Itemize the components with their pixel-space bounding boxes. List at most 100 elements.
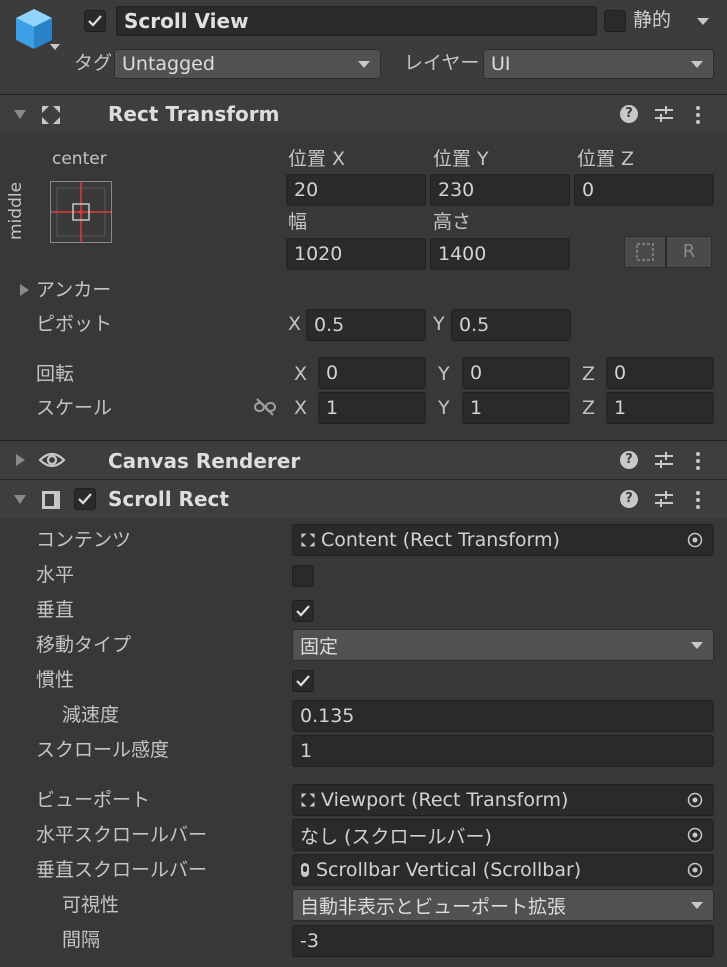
constrain-proportions-icon[interactable]	[254, 397, 276, 417]
foldout-arrow-icon[interactable]	[14, 110, 26, 119]
visibility-dropdown[interactable]: 自動非表示とビューポート拡張	[292, 889, 714, 921]
scale-x-field[interactable]: 1	[318, 392, 426, 424]
height-field[interactable]: 1400	[430, 238, 570, 270]
horizontal-scrollbar-label: 水平スクロールバー	[36, 824, 208, 846]
spacing-field[interactable]: -3	[292, 925, 714, 957]
static-dropdown-caret-icon[interactable]	[697, 18, 709, 25]
object-name-input[interactable]: Scroll View	[116, 6, 597, 36]
inertia-checkbox[interactable]	[292, 670, 314, 692]
rotation-z-field[interactable]: 0	[606, 357, 714, 389]
height-label: 高さ	[433, 211, 472, 233]
chevron-down-icon	[691, 902, 703, 909]
foldout-arrow-icon[interactable]	[16, 454, 25, 466]
scroll-sensitivity-field[interactable]: 1	[292, 735, 714, 767]
rect-transform-icon	[40, 104, 62, 126]
blueprint-mode-button[interactable]	[624, 236, 666, 268]
chevron-down-icon	[691, 61, 703, 68]
horizontal-label: 水平	[36, 564, 75, 586]
scale-x-label: X	[294, 397, 308, 419]
tag-dropdown[interactable]: Untagged	[114, 49, 381, 79]
static-checkbox[interactable]	[604, 10, 626, 32]
viewport-object-field[interactable]: Viewport (Rect Transform)	[292, 784, 714, 816]
presets-icon[interactable]	[654, 451, 674, 469]
spacing-label: 間隔	[62, 929, 101, 951]
active-checkbox[interactable]	[84, 10, 106, 32]
pivot-label: ピボット	[36, 313, 113, 335]
horizontal-checkbox[interactable]	[292, 565, 314, 587]
rect-transform-title: Rect Transform	[108, 102, 280, 126]
presets-icon[interactable]	[654, 105, 674, 123]
canvas-renderer-title: Canvas Renderer	[108, 449, 301, 473]
pivot-x-label: X	[288, 313, 302, 335]
scroll-rect-header[interactable]: Scroll Rect ?	[0, 479, 727, 518]
horizontal-scrollbar-field[interactable]: なし (スクロールバー)	[292, 819, 714, 851]
object-picker-icon[interactable]	[687, 827, 703, 843]
visibility-label: 可視性	[62, 894, 120, 916]
layer-dropdown[interactable]: UI	[483, 49, 714, 79]
gameobject-header: Scroll View 静的 タグ Untagged レイヤー UI	[0, 0, 727, 94]
rect-transform-icon	[301, 533, 315, 547]
foldout-arrow-icon[interactable]	[14, 495, 26, 504]
scale-y-field[interactable]: 1	[462, 392, 570, 424]
eye-icon	[38, 450, 66, 470]
pos-y-field[interactable]: 230	[430, 174, 570, 206]
chevron-down-icon	[358, 61, 370, 68]
raw-edit-button[interactable]: R	[666, 236, 712, 268]
context-menu-icon[interactable]	[695, 105, 701, 125]
movement-type-label: 移動タイプ	[36, 634, 132, 656]
help-icon[interactable]: ?	[620, 105, 638, 123]
anchor-vertical-label: middle	[6, 181, 26, 240]
object-picker-icon[interactable]	[687, 532, 703, 548]
rotation-x-field[interactable]: 0	[318, 357, 426, 389]
vertical-label: 垂直	[36, 599, 75, 621]
scale-y-label: Y	[438, 397, 450, 419]
presets-icon[interactable]	[654, 490, 674, 508]
layer-label: レイヤー	[404, 52, 480, 74]
object-picker-icon[interactable]	[687, 862, 703, 878]
content-object-field[interactable]: Content (Rect Transform)	[292, 524, 714, 556]
vertical-scrollbar-field[interactable]: Scrollbar Vertical (Scrollbar)	[292, 854, 714, 886]
deceleration-label: 減速度	[62, 704, 120, 726]
object-picker-icon[interactable]	[687, 792, 703, 808]
canvas-renderer-header[interactable]: Canvas Renderer ?	[0, 440, 727, 479]
deceleration-field[interactable]: 0.135	[292, 700, 714, 732]
viewport-label: ビューポート	[36, 789, 151, 811]
help-icon[interactable]: ?	[620, 490, 638, 508]
pos-z-label: 位置 Z	[577, 148, 635, 170]
scrollbar-icon	[301, 863, 309, 877]
context-menu-icon[interactable]	[695, 490, 701, 510]
scroll-rect-icon	[40, 489, 62, 511]
scale-z-field[interactable]: 1	[606, 392, 714, 424]
scale-z-label: Z	[582, 397, 596, 419]
scroll-rect-title: Scroll Rect	[108, 487, 229, 511]
movement-type-dropdown[interactable]: 固定	[292, 629, 714, 661]
context-menu-icon[interactable]	[695, 451, 701, 471]
static-label: 静的	[633, 9, 672, 31]
anchor-horizontal-label: center	[52, 149, 107, 169]
vertical-scrollbar-label: 垂直スクロールバー	[36, 859, 208, 881]
chevron-down-icon	[691, 642, 703, 649]
pos-x-field[interactable]: 20	[286, 174, 426, 206]
scroll-rect-enabled-checkbox[interactable]	[74, 488, 96, 510]
pivot-y-field[interactable]: 0.5	[451, 309, 571, 341]
icon-dropdown-caret-icon[interactable]	[50, 44, 60, 50]
help-icon[interactable]: ?	[620, 451, 638, 469]
inertia-label: 慣性	[36, 669, 75, 691]
pos-y-label: 位置 Y	[433, 148, 489, 170]
rotation-y-label: Y	[438, 363, 450, 385]
pos-z-field[interactable]: 0	[574, 174, 714, 206]
rotation-label: 回転	[36, 363, 75, 385]
rect-transform-header[interactable]: Rect Transform ?	[0, 94, 727, 133]
anchors-foldout-icon[interactable]	[20, 284, 29, 296]
pivot-x-field[interactable]: 0.5	[306, 309, 426, 341]
rotation-y-field[interactable]: 0	[462, 357, 570, 389]
vertical-checkbox[interactable]	[292, 600, 314, 622]
pivot-y-label: Y	[433, 313, 445, 335]
width-field[interactable]: 1020	[286, 238, 426, 270]
anchor-presets-button[interactable]	[50, 181, 112, 243]
pos-x-label: 位置 X	[288, 148, 346, 170]
anchors-label[interactable]: アンカー	[36, 281, 111, 300]
content-label: コンテンツ	[36, 529, 132, 551]
scroll-sensitivity-label: スクロール感度	[36, 739, 170, 761]
tag-label: タグ	[74, 52, 113, 74]
